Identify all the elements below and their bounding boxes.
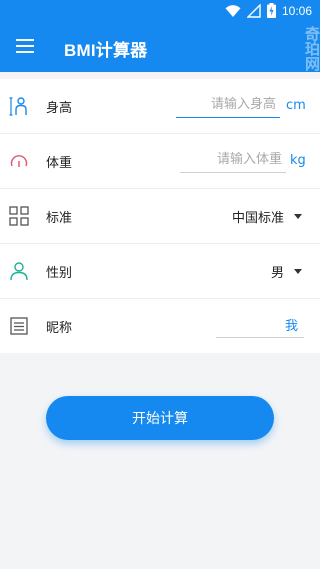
gender-row: 性别 男 xyxy=(0,244,320,299)
page-title: BMI计算器 xyxy=(64,41,148,60)
nickname-label: 昵称 xyxy=(46,321,73,336)
gender-value: 男 xyxy=(270,266,284,281)
gender-select[interactable]: 男 xyxy=(271,262,302,281)
height-label: 身高 xyxy=(46,101,73,116)
weight-input[interactable] xyxy=(180,146,286,172)
standard-select[interactable]: 中国标准 xyxy=(232,207,302,226)
weight-row: 体重 kg xyxy=(0,134,320,189)
person-icon xyxy=(10,262,28,281)
caret-down-icon xyxy=(294,214,302,219)
gender-label: 性别 xyxy=(46,266,73,281)
height-input-wrapper xyxy=(176,91,280,118)
document-icon xyxy=(10,317,28,335)
status-icons: 10:06 xyxy=(225,3,312,18)
status-bar: 10:06 xyxy=(0,0,320,22)
height-row: 身高 cm xyxy=(0,79,320,134)
caret-down-icon xyxy=(294,269,302,274)
wifi-icon xyxy=(225,4,241,17)
standard-row: 标准 中国标准 xyxy=(0,189,320,244)
app-bar: BMI计算器 奇珀网 xyxy=(0,22,320,72)
height-input[interactable] xyxy=(176,91,280,117)
start-calculate-button[interactable]: 开始计算 xyxy=(46,396,274,440)
person-height-icon xyxy=(9,97,27,116)
bmi-form: 身高 cm 体重 kg 标准 中国标准 xyxy=(0,79,320,353)
weight-unit: kg xyxy=(290,153,306,168)
weight-label: 体重 xyxy=(46,156,73,171)
scale-gauge-icon xyxy=(10,155,28,167)
hamburger-menu-icon[interactable] xyxy=(16,39,34,53)
weight-input-wrapper xyxy=(180,146,286,173)
status-time: 10:06 xyxy=(281,3,312,18)
battery-charging-icon xyxy=(266,3,276,18)
nickname-row: 昵称 xyxy=(0,299,320,353)
height-unit: cm xyxy=(286,98,306,113)
nickname-input-wrapper xyxy=(216,311,304,338)
signal-icon xyxy=(246,3,261,18)
nickname-input[interactable] xyxy=(216,311,304,337)
standard-value: 中国标准 xyxy=(231,211,284,226)
grid-icon xyxy=(9,206,29,226)
standard-label: 标准 xyxy=(46,211,73,226)
